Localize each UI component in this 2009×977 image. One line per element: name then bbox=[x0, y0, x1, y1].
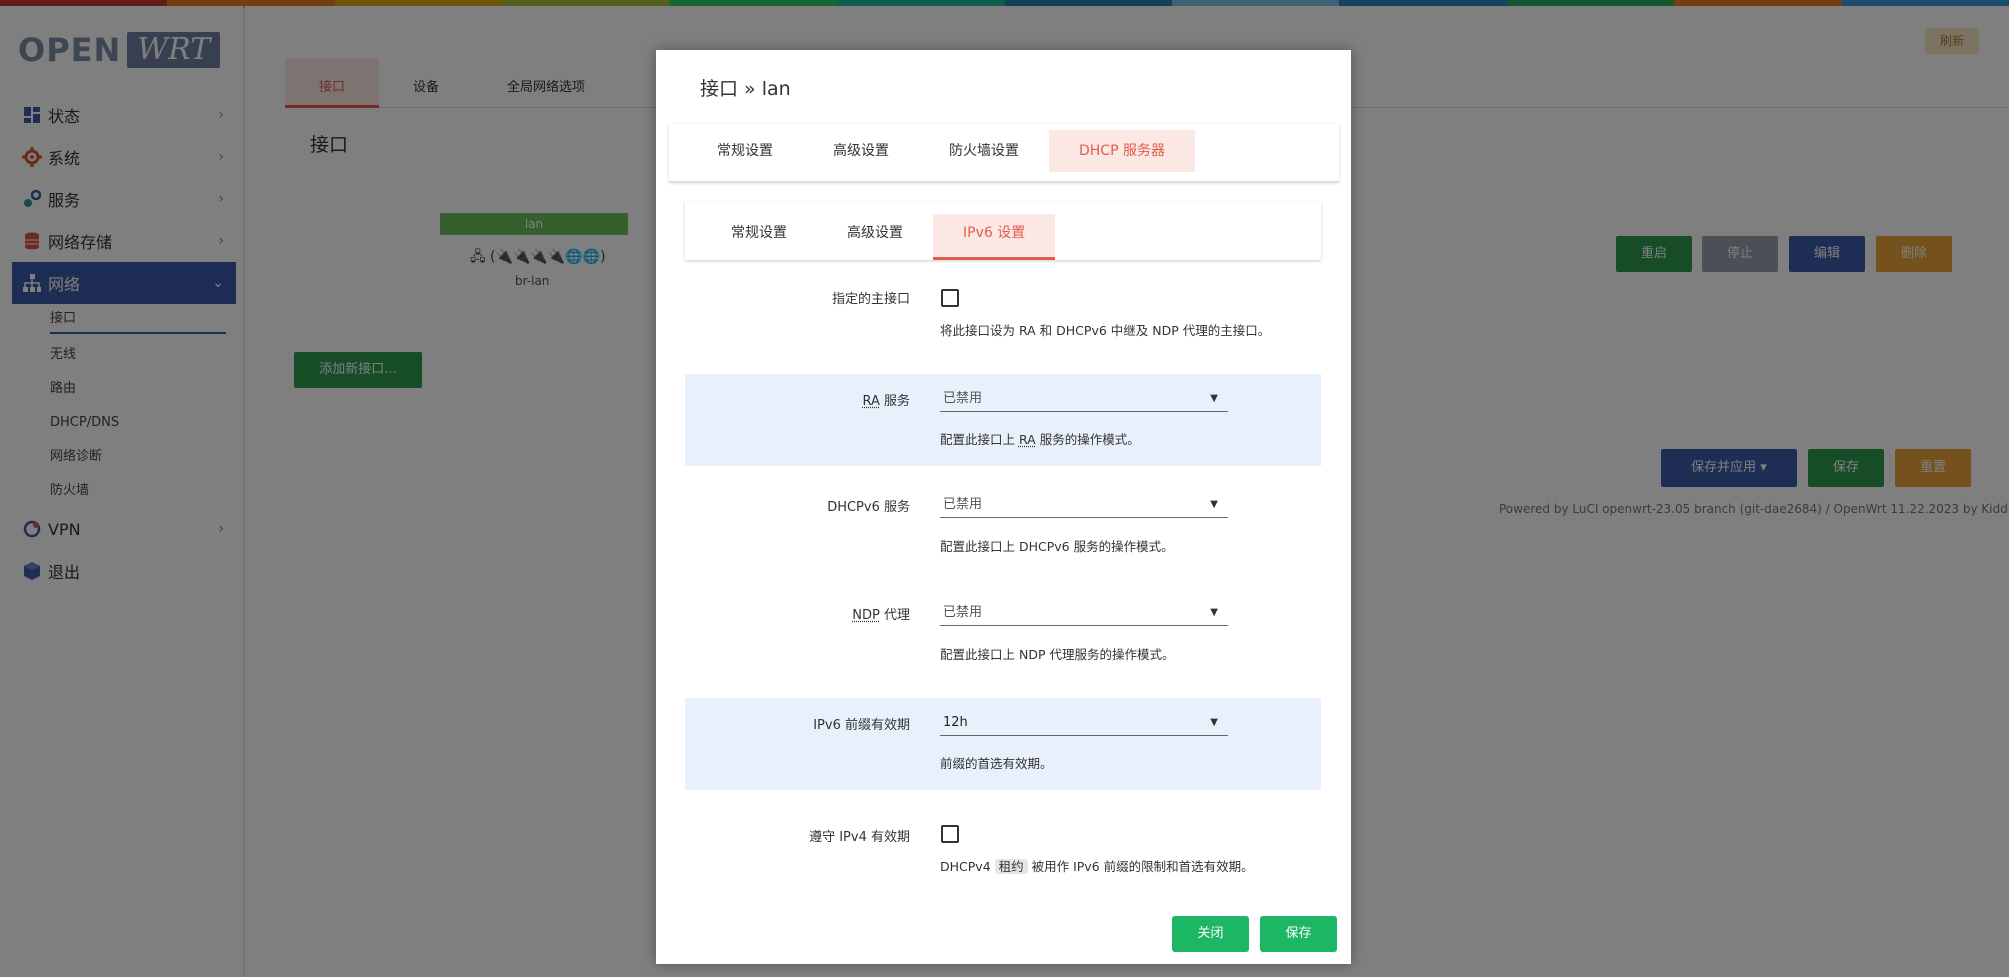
ra-service-label: RA 服务 bbox=[862, 390, 910, 409]
ra-desc-abbr: RA bbox=[1018, 432, 1036, 447]
dialog-tabs: 常规设置 高级设置 防火墙设置 DHCP 服务器 bbox=[669, 124, 1339, 182]
tab-advanced-settings[interactable]: 高级设置 bbox=[803, 130, 919, 172]
ndp-proxy-value: 已禁用 bbox=[943, 605, 983, 620]
ndp-proxy-select[interactable]: 已禁用 ▼ bbox=[940, 602, 1228, 626]
ra-desc-post: 服务的操作模式。 bbox=[1035, 432, 1140, 447]
form-row-prefix: IPv6 前缀有效期 12h ▼ 前缀的首选有效期。 bbox=[685, 698, 1321, 790]
subtab-ipv6-settings[interactable]: IPv6 设置 bbox=[933, 214, 1056, 260]
prefix-lifetime-select[interactable]: 12h ▼ bbox=[940, 712, 1228, 736]
ra-service-value: 已禁用 bbox=[943, 391, 983, 406]
ndp-abbr: NDP bbox=[852, 608, 880, 623]
prefix-lifetime-desc: 前缀的首选有效期。 bbox=[940, 756, 1053, 771]
honor-ipv4-desc: DHCPv4 租约 被用作 IPv6 前缀的限制和首选有效期。 bbox=[940, 856, 1254, 875]
dhcpv6-service-value: 已禁用 bbox=[943, 497, 983, 512]
ndp-proxy-label: NDP 代理 bbox=[852, 604, 910, 623]
dhcpv6-service-desc: 配置此接口上 DHCPv6 服务的操作模式。 bbox=[940, 539, 1174, 554]
dhcp-subtabs: 常规设置 高级设置 IPv6 设置 bbox=[685, 202, 1321, 260]
master-interface-desc: 将此接口设为 RA 和 DHCPv6 中继及 NDP 代理的主接口。 bbox=[940, 323, 1271, 338]
dropdown-arrow-icon: ▼ bbox=[1210, 393, 1218, 404]
ndp-label-rest: 代理 bbox=[879, 608, 910, 623]
ipv4-desc-post: 被用作 IPv6 前缀的限制和首选有效期。 bbox=[1027, 859, 1254, 874]
ndp-proxy-desc: 配置此接口上 NDP 代理服务的操作模式。 bbox=[940, 647, 1175, 662]
ra-service-select[interactable]: 已禁用 ▼ bbox=[940, 388, 1228, 412]
dropdown-arrow-icon: ▼ bbox=[1210, 499, 1218, 510]
form-row-dhcpv6: DHCPv6 服务 已禁用 ▼ 配置此接口上 DHCPv6 服务的操作模式。 bbox=[685, 480, 1321, 572]
subtab-advanced-settings[interactable]: 高级设置 bbox=[817, 214, 933, 260]
ra-abbr: RA bbox=[862, 394, 880, 409]
form-row-master: 指定的主接口 将此接口设为 RA 和 DHCPv6 中继及 NDP 代理的主接口… bbox=[685, 270, 1321, 360]
prefix-lifetime-label: IPv6 前缀有效期 bbox=[813, 718, 910, 733]
ipv4-desc-pre: DHCPv4 bbox=[940, 859, 995, 874]
form-row-ra: RA 服务 已禁用 ▼ 配置此接口上 RA 服务的操作模式。 bbox=[685, 374, 1321, 466]
form-row-ipv4: 遵守 IPv4 有效期 DHCPv4 租约 被用作 IPv6 前缀的限制和首选有… bbox=[685, 806, 1321, 896]
honor-ipv4-label: 遵守 IPv4 有效期 bbox=[809, 830, 910, 845]
ra-service-desc: 配置此接口上 RA 服务的操作模式。 bbox=[940, 429, 1140, 448]
save-button[interactable]: 保存 bbox=[1260, 916, 1337, 952]
dropdown-arrow-icon: ▼ bbox=[1210, 607, 1218, 618]
dialog-title: 接口 » lan bbox=[700, 78, 791, 100]
lease-chip: 租约 bbox=[994, 859, 1028, 874]
tab-dhcp-server[interactable]: DHCP 服务器 bbox=[1049, 130, 1195, 172]
prefix-lifetime-value: 12h bbox=[943, 715, 968, 730]
ra-label-rest: 服务 bbox=[879, 394, 910, 409]
form-row-ndp: NDP 代理 已禁用 ▼ 配置此接口上 NDP 代理服务的操作模式。 bbox=[685, 588, 1321, 680]
master-interface-label: 指定的主接口 bbox=[831, 292, 910, 307]
dropdown-arrow-icon: ▼ bbox=[1210, 717, 1218, 728]
master-interface-checkbox[interactable] bbox=[941, 289, 959, 307]
ra-desc-pre: 配置此接口上 bbox=[940, 432, 1019, 447]
tab-general-settings[interactable]: 常规设置 bbox=[703, 130, 803, 172]
honor-ipv4-checkbox[interactable] bbox=[941, 825, 959, 843]
interface-edit-dialog: 接口 » lan 常规设置 高级设置 防火墙设置 DHCP 服务器 常规设置 高… bbox=[656, 50, 1351, 964]
dhcpv6-service-label: DHCPv6 服务 bbox=[827, 500, 910, 515]
tab-firewall-settings[interactable]: 防火墙设置 bbox=[919, 130, 1049, 172]
subtab-general-settings[interactable]: 常规设置 bbox=[701, 214, 817, 260]
dhcpv6-service-select[interactable]: 已禁用 ▼ bbox=[940, 494, 1228, 518]
close-button[interactable]: 关闭 bbox=[1172, 916, 1249, 952]
